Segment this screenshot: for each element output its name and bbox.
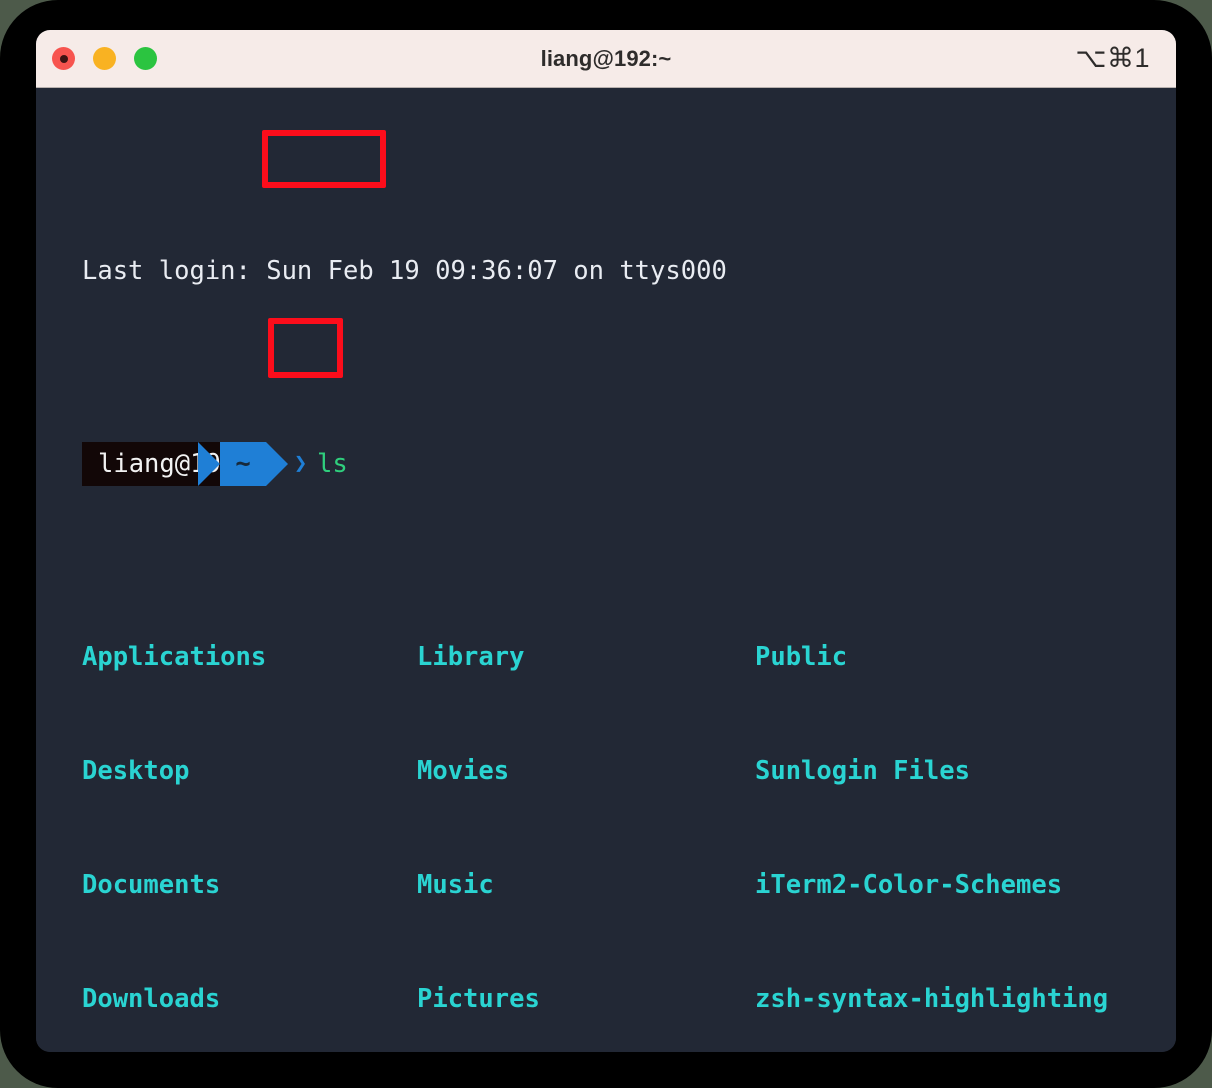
list-item[interactable]: Music bbox=[417, 866, 494, 904]
list-item[interactable]: Applications bbox=[82, 638, 266, 676]
terminal-output-area[interactable]: Last login: Sun Feb 19 09:36:07 on ttys0… bbox=[36, 88, 1176, 1052]
command-ls: ls bbox=[317, 449, 348, 479]
prompt-arrow-out-icon bbox=[266, 442, 288, 486]
last-login-line: Last login: Sun Feb 19 09:36:07 on ttys0… bbox=[82, 256, 727, 286]
prompt-chevron-icon: ❯ bbox=[294, 451, 308, 476]
ls-output-row: Downloads Pictures zsh-syntax-highlighti… bbox=[36, 980, 1176, 1018]
title-bar[interactable]: liang@192:~ ⌥⌘1 bbox=[36, 30, 1176, 88]
minimize-button[interactable] bbox=[93, 47, 116, 70]
ls-output-row: Documents Music iTerm2-Color-Schemes bbox=[36, 866, 1176, 904]
traffic-lights bbox=[52, 47, 157, 70]
list-item[interactable]: Library bbox=[417, 638, 524, 676]
close-button[interactable] bbox=[52, 47, 75, 70]
ls-output-row: Desktop Movies Sunlogin Files bbox=[36, 752, 1176, 790]
list-item[interactable]: Documents bbox=[82, 866, 220, 904]
keyboard-shortcut-hint: ⌥⌘1 bbox=[1075, 43, 1150, 73]
list-item[interactable]: iTerm2-Color-Schemes bbox=[755, 866, 1062, 904]
list-item[interactable]: Public bbox=[755, 638, 847, 676]
list-item[interactable]: Desktop bbox=[82, 752, 189, 790]
window-title: liang@192:~ bbox=[540, 45, 672, 71]
zoom-button[interactable] bbox=[134, 47, 157, 70]
list-item[interactable]: zsh-syntax-highlighting bbox=[755, 980, 1108, 1018]
list-item[interactable]: Pictures bbox=[417, 980, 540, 1018]
ls-output-row: Applications Library Public bbox=[36, 638, 1176, 676]
list-item[interactable]: Movies bbox=[417, 752, 509, 790]
list-item[interactable]: Downloads bbox=[82, 980, 220, 1018]
prompt-arrow-into-cwd-icon bbox=[198, 442, 220, 486]
prompt-cwd-segment: ~ bbox=[220, 442, 266, 486]
terminal-window: liang@192:~ ⌥⌘1 Last login: Sun Feb 19 0… bbox=[36, 30, 1176, 1052]
prompt-line-ls: liang@192 ~ ❯ ls bbox=[36, 442, 1176, 486]
list-item[interactable]: Sunlogin Files bbox=[755, 752, 970, 790]
